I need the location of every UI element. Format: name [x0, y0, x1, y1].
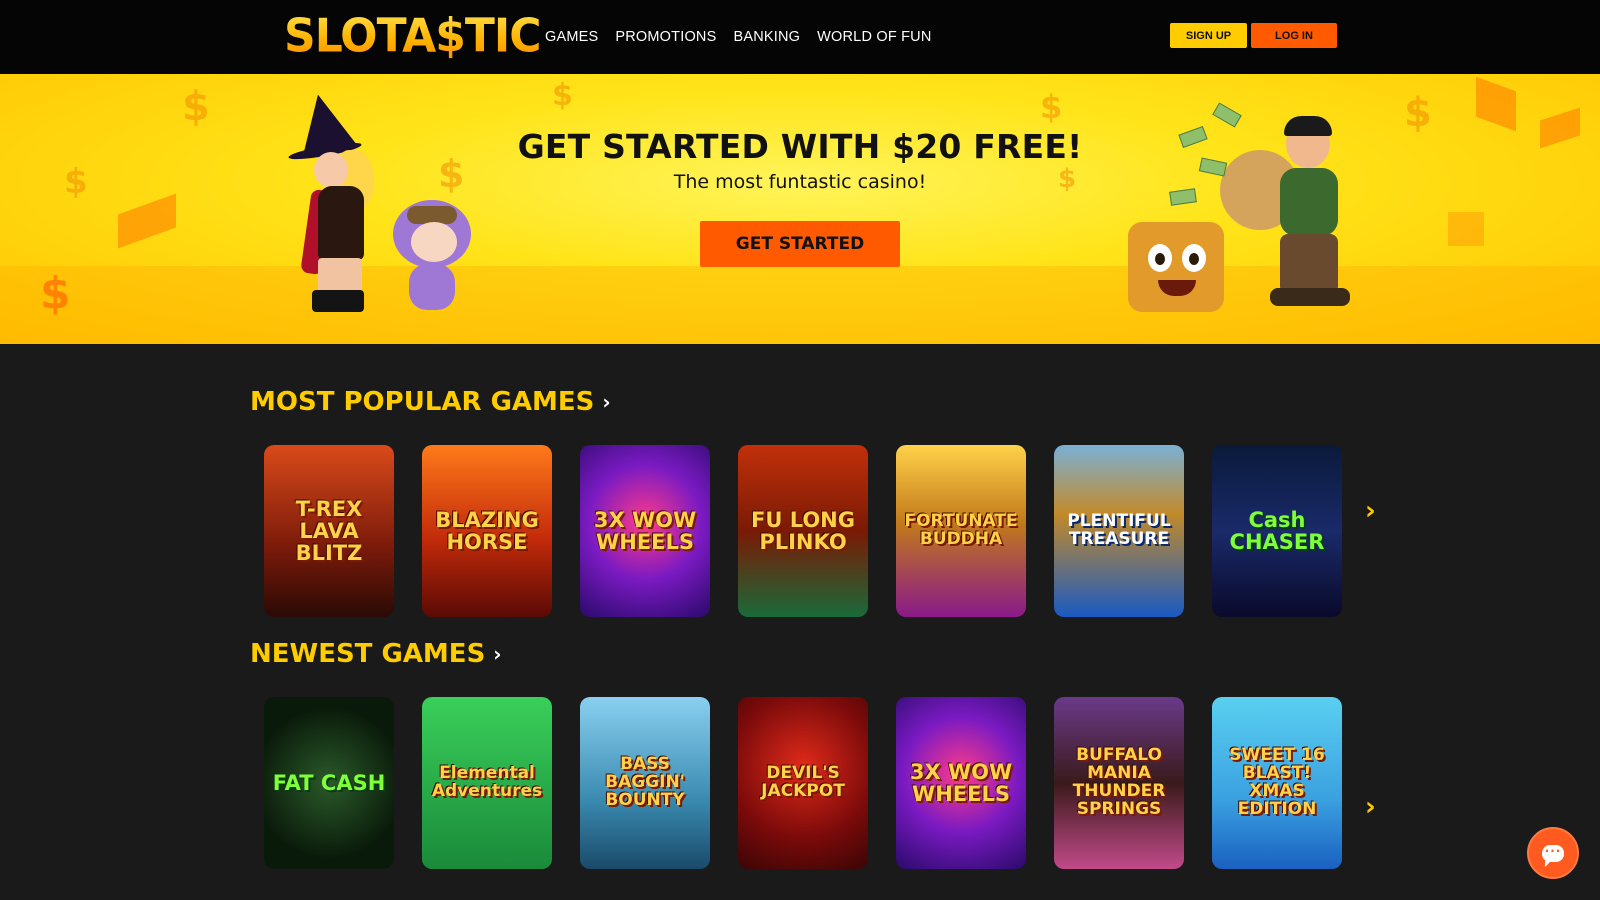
- nav-world-of-fun[interactable]: WORLD OF FUN: [817, 29, 931, 45]
- game-title: Elemental Adventures: [431, 763, 543, 801]
- banner-headline: GET STARTED WITH $20 FREE!: [517, 127, 1083, 166]
- nav-promotions[interactable]: PROMOTIONS: [615, 29, 716, 45]
- game-card[interactable]: DEVIL'S JACKPOT: [738, 697, 868, 869]
- nav-banking[interactable]: BANKING: [733, 29, 800, 45]
- game-card[interactable]: PLENTIFUL TREASURE: [1054, 445, 1184, 617]
- log-in-button[interactable]: LOG IN: [1251, 23, 1337, 48]
- game-title: FORTUNATE BUDDHA: [904, 511, 1018, 549]
- dollar-decoration: $: [40, 268, 71, 319]
- dollar-decoration: $: [182, 84, 210, 130]
- game-card[interactable]: 3X WOW WHEELS: [896, 697, 1026, 869]
- game-card[interactable]: BLAZING HORSE: [422, 445, 552, 617]
- game-title: 3X WOW WHEELS: [593, 507, 697, 554]
- promo-banner: $ $ $ $ $ $ $ $ GET STARTED WITH $20 FRE…: [0, 74, 1600, 344]
- game-title: DEVIL'S JACKPOT: [761, 763, 845, 801]
- thief-character-illustration: [1220, 116, 1350, 310]
- game-card[interactable]: BASS BAGGIN' BOUNTY: [580, 697, 710, 869]
- section-title-newest[interactable]: NEWEST GAMES ›: [250, 639, 502, 669]
- game-title: BUFFALO MANIA THUNDER SPRINGS: [1072, 745, 1166, 819]
- game-title: 3X WOW WHEELS: [909, 759, 1013, 806]
- game-card[interactable]: BUFFALO MANIA THUNDER SPRINGS: [1054, 697, 1184, 869]
- game-card[interactable]: Elemental Adventures: [422, 697, 552, 869]
- carousel-next-popular-chevron-right-icon[interactable]: ›: [1365, 496, 1376, 526]
- chevron-right-icon[interactable]: ›: [493, 642, 501, 666]
- cube-character-illustration: [1128, 222, 1224, 312]
- game-card[interactable]: Cash CHASER: [1212, 445, 1342, 617]
- section-title-text: NEWEST GAMES: [250, 639, 486, 669]
- chat-dots: ···: [1544, 844, 1562, 858]
- sign-up-button[interactable]: SIGN UP: [1170, 23, 1247, 48]
- game-title: Cash CHASER: [1229, 507, 1325, 554]
- main-nav: GAMES PROMOTIONS BANKING WORLD OF FUN: [545, 0, 932, 74]
- game-row-most-popular: T-REX LAVA BLITZ BLAZING HORSE 3X WOW WH…: [264, 445, 1342, 617]
- game-card[interactable]: FU LONG PLINKO: [738, 445, 868, 617]
- game-card[interactable]: FORTUNATE BUDDHA: [896, 445, 1026, 617]
- game-title: PLENTIFUL TREASURE: [1067, 511, 1171, 549]
- game-title: FU LONG PLINKO: [750, 507, 855, 554]
- game-title: BASS BAGGIN' BOUNTY: [605, 754, 685, 810]
- game-card[interactable]: T-REX LAVA BLITZ: [264, 445, 394, 617]
- banner-floor: [0, 266, 1600, 344]
- monkey-character-illustration: [393, 200, 471, 310]
- section-title-text: MOST POPULAR GAMES: [250, 387, 595, 417]
- nav-games[interactable]: GAMES: [545, 29, 598, 45]
- game-row-newest: FAT CASH Elemental Adventures BASS BAGGI…: [264, 697, 1342, 869]
- site-header: SLOTA$TIC GAMES PROMOTIONS BANKING WORLD…: [0, 0, 1600, 74]
- site-logo[interactable]: SLOTA$TIC: [284, 10, 542, 64]
- chevron-right-icon[interactable]: ›: [602, 390, 610, 414]
- game-title: T-REX LAVA BLITZ: [295, 496, 363, 566]
- dollar-decoration: $: [552, 78, 573, 113]
- game-title: SWEET 16 BLAST! XMAS EDITION: [1229, 745, 1325, 819]
- banner-subheadline: The most funtastic casino!: [673, 171, 927, 193]
- block-decoration: [1476, 76, 1516, 132]
- dollar-decoration: $: [1040, 88, 1063, 126]
- block-decoration: [118, 193, 176, 249]
- game-card[interactable]: FAT CASH: [264, 697, 394, 869]
- game-card[interactable]: 3X WOW WHEELS: [580, 445, 710, 617]
- get-started-button[interactable]: GET STARTED: [700, 221, 900, 267]
- game-title: FAT CASH: [272, 770, 386, 795]
- chat-bubble-icon[interactable]: ···: [1527, 827, 1579, 879]
- section-title-most-popular[interactable]: MOST POPULAR GAMES ›: [250, 387, 611, 417]
- carousel-next-newest-chevron-right-icon[interactable]: ›: [1365, 792, 1376, 822]
- game-card[interactable]: SWEET 16 BLAST! XMAS EDITION: [1212, 697, 1342, 869]
- game-title: BLAZING HORSE: [435, 507, 539, 554]
- block-decoration: [1448, 212, 1484, 246]
